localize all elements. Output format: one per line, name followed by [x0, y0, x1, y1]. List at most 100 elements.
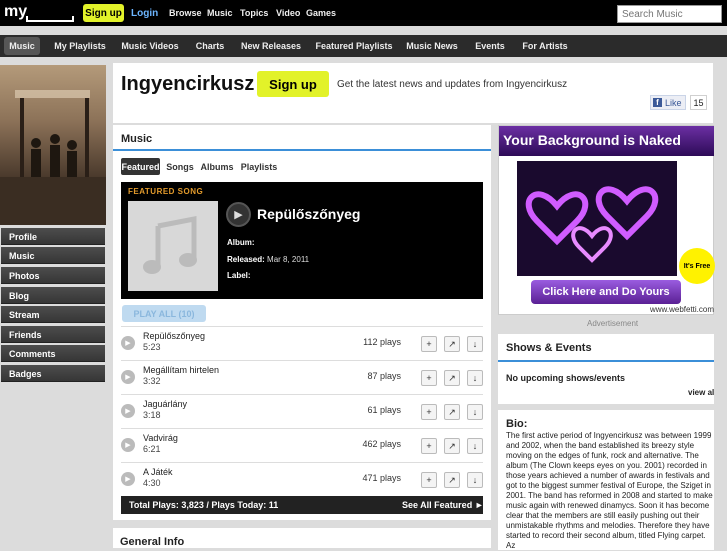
- download-icon[interactable]: ↓: [467, 472, 483, 488]
- released-value: Mar 8, 2011: [267, 255, 310, 264]
- top-link-video[interactable]: Video: [276, 8, 300, 18]
- add-icon[interactable]: +: [421, 336, 437, 352]
- sidebar-item-stream[interactable]: Stream: [1, 306, 105, 323]
- tab-songs[interactable]: Songs: [165, 158, 195, 175]
- tab-playlists[interactable]: Playlists: [240, 158, 278, 175]
- view-all-link[interactable]: view al: [688, 388, 714, 397]
- share-icon[interactable]: ↗: [444, 404, 460, 420]
- released-row: Released: Mar 8, 2011: [227, 255, 309, 264]
- top-signup-button[interactable]: Sign up: [83, 4, 124, 22]
- track-title[interactable]: Vadvirág: [143, 433, 178, 443]
- featured-song-title[interactable]: Repülőszőnyeg: [257, 206, 360, 222]
- track-duration: 6:21: [143, 444, 161, 454]
- track-plays: 471 plays: [362, 473, 401, 483]
- nav-featured-playlists[interactable]: Featured Playlists: [312, 35, 396, 57]
- nav-new-releases[interactable]: New Releases: [238, 35, 304, 57]
- nav-music-news[interactable]: Music News: [403, 35, 461, 57]
- record-label-row: Label:: [227, 271, 251, 280]
- play-totals-text: Total Plays: 3,823 / Plays Today: 11: [129, 500, 279, 510]
- top-link-music[interactable]: Music: [207, 8, 233, 18]
- top-link-games[interactable]: Games: [306, 8, 336, 18]
- track-title[interactable]: Jaguárlány: [143, 399, 187, 409]
- ad-cta-button[interactable]: Click Here and Do Yours: [531, 280, 681, 304]
- add-icon[interactable]: +: [421, 438, 437, 454]
- search-input[interactable]: [617, 5, 722, 23]
- site-logo[interactable]: my: [4, 3, 27, 21]
- nav-events[interactable]: Events: [469, 35, 511, 57]
- facebook-icon: f: [653, 98, 662, 107]
- ad-url[interactable]: www.webfetti.com: [650, 305, 714, 314]
- tab-featured[interactable]: Featured: [121, 158, 160, 175]
- sidebar-item-blog[interactable]: Blog: [1, 287, 105, 304]
- ad-hearts-image[interactable]: [517, 161, 677, 276]
- sidebar-item-friends[interactable]: Friends: [1, 326, 105, 343]
- play-all-button[interactable]: PLAY ALL (10): [122, 305, 206, 322]
- play-all-label: PLAY ALL (10): [133, 308, 195, 319]
- shows-divider: [498, 360, 714, 362]
- sidebar-item-profile[interactable]: Profile: [1, 228, 105, 245]
- artist-signup-button[interactable]: Sign up: [257, 71, 329, 97]
- download-icon[interactable]: ↓: [467, 336, 483, 352]
- track-duration: 5:23: [143, 342, 161, 352]
- track-duration: 3:18: [143, 410, 161, 420]
- share-icon[interactable]: ↗: [444, 438, 460, 454]
- sidebar-item-badges[interactable]: Badges: [1, 365, 105, 382]
- released-label: Released:: [227, 255, 265, 264]
- track-title[interactable]: A Játék: [143, 467, 173, 477]
- music-panel-divider: [113, 149, 491, 151]
- add-icon[interactable]: +: [421, 370, 437, 386]
- row-divider: [121, 326, 483, 327]
- nav-for-artists[interactable]: For Artists: [518, 35, 572, 57]
- track-duration: 3:32: [143, 376, 161, 386]
- share-icon[interactable]: ↗: [444, 370, 460, 386]
- sidebar-item-comments[interactable]: Comments: [1, 345, 105, 362]
- artist-photo[interactable]: [0, 65, 106, 225]
- nav-my-playlists[interactable]: My Playlists: [50, 35, 110, 57]
- row-divider: [121, 360, 483, 361]
- general-info-title: General Info: [120, 536, 185, 548]
- featured-play-icon[interactable]: ▶: [226, 202, 251, 227]
- sidebar-item-music[interactable]: Music: [1, 247, 105, 264]
- shows-title: Shows & Events: [506, 342, 592, 354]
- row-divider: [121, 394, 483, 395]
- artist-tagline: Get the latest news and updates from Ing…: [337, 79, 568, 90]
- share-icon[interactable]: ↗: [444, 472, 460, 488]
- top-login-link[interactable]: Login: [131, 8, 158, 19]
- download-icon[interactable]: ↓: [467, 370, 483, 386]
- nav-music-videos[interactable]: Music Videos: [118, 35, 182, 57]
- album-label: Album:: [227, 238, 255, 247]
- track-play-icon[interactable]: ▶: [121, 336, 135, 350]
- row-divider: [121, 462, 483, 463]
- track-play-icon[interactable]: ▶: [121, 370, 135, 384]
- add-icon[interactable]: +: [421, 472, 437, 488]
- add-icon[interactable]: +: [421, 404, 437, 420]
- top-link-browse[interactable]: Browse: [169, 8, 202, 18]
- track-play-icon[interactable]: ▶: [121, 438, 135, 452]
- site-logo-underline: [26, 16, 74, 22]
- ad-free-badge: It's Free: [679, 248, 715, 284]
- nav-charts[interactable]: Charts: [190, 35, 230, 57]
- band-photo-image: [0, 90, 106, 225]
- download-icon[interactable]: ↓: [467, 438, 483, 454]
- track-play-icon[interactable]: ▶: [121, 472, 135, 486]
- track-plays: 87 plays: [367, 371, 401, 381]
- share-icon[interactable]: ↗: [444, 336, 460, 352]
- see-all-featured-link[interactable]: See All Featured ►: [402, 500, 484, 510]
- track-title[interactable]: Megállítam hirtelen: [143, 365, 219, 375]
- record-label-text: Label:: [227, 271, 251, 280]
- bio-title: Bio:: [506, 418, 528, 430]
- advertisement-label: Advertisement: [587, 319, 639, 328]
- top-link-topics[interactable]: Topics: [240, 8, 268, 18]
- like-count: 15: [690, 95, 707, 110]
- track-title[interactable]: Repülőszőnyeg: [143, 331, 205, 341]
- download-icon[interactable]: ↓: [467, 404, 483, 420]
- featured-song-label: FEATURED SONG: [128, 187, 204, 196]
- facebook-like-button[interactable]: f Like: [650, 95, 686, 110]
- ad-headline[interactable]: Your Background is Naked: [499, 126, 714, 156]
- tab-albums[interactable]: Albums: [200, 158, 234, 175]
- sidebar-item-photos[interactable]: Photos: [1, 267, 105, 284]
- track-play-icon[interactable]: ▶: [121, 404, 135, 418]
- track-duration: 4:30: [143, 478, 161, 488]
- album-label-text: Album:: [227, 238, 255, 247]
- nav-music[interactable]: Music: [4, 37, 40, 55]
